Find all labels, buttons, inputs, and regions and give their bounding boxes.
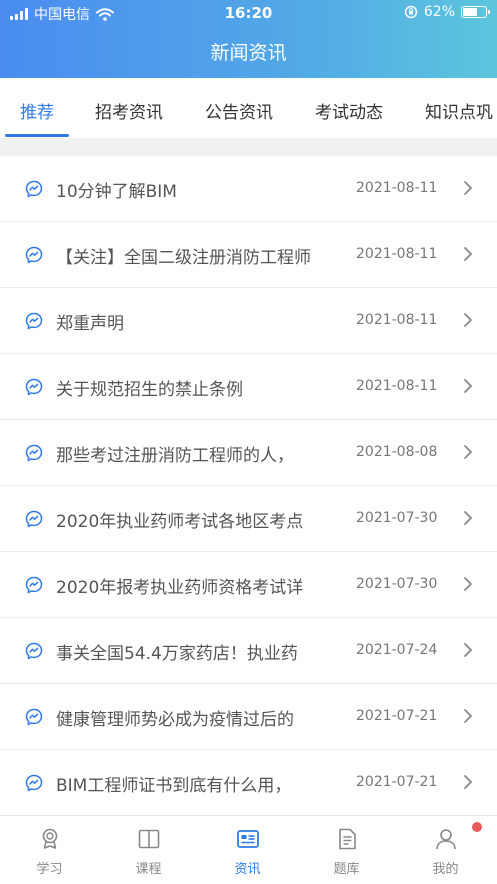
news-date: 2021-08-11	[356, 312, 438, 328]
news-item[interactable]: 郑重声明 2021-08-11	[0, 288, 497, 354]
news-item[interactable]: 2020年报考执业药师资格考试详 2021-07-30	[0, 552, 497, 618]
chevron-right-icon	[464, 313, 472, 327]
app-header: 中国电信 16:20 62% 新闻资讯	[0, 0, 497, 78]
news-item[interactable]: 10分钟了解BIM 2021-08-11	[0, 156, 497, 222]
notification-dot	[472, 822, 482, 832]
chat-bubble-icon	[25, 180, 43, 198]
news-date: 2021-07-21	[356, 708, 438, 724]
tabbar-label: 学习	[36, 862, 63, 877]
category-tabs: 推荐 招考资讯 公告资讯 考试动态 知识点巩	[0, 78, 497, 138]
chevron-right-icon	[464, 775, 472, 789]
chevron-right-icon	[464, 511, 472, 525]
news-title: 健康管理师势必成为疫情过后的	[56, 710, 294, 730]
news-item[interactable]: 关于规范招生的禁止条例 2021-08-11	[0, 354, 497, 420]
news-title: 【关注】全国二级注册消防工程师	[56, 248, 311, 268]
active-tab-indicator	[5, 134, 69, 137]
news-date: 2021-07-21	[356, 774, 438, 790]
news-title: 2020年执业药师考试各地区考点	[56, 512, 304, 532]
chat-bubble-icon	[25, 510, 43, 528]
tabbar-courses[interactable]: 课程	[99, 816, 198, 884]
news-title: 郑重声明	[56, 314, 124, 334]
tabbar-news[interactable]: 资讯	[198, 816, 297, 884]
chevron-right-icon	[464, 577, 472, 591]
tab-announcements[interactable]: 公告资讯	[205, 98, 273, 123]
battery-icon	[461, 6, 490, 18]
status-bar: 中国电信 16:20 62%	[0, 0, 497, 26]
chat-bubble-icon	[25, 774, 43, 792]
user-icon	[436, 829, 456, 850]
tabbar-label: 资讯	[234, 862, 261, 877]
tabbar-label: 课程	[135, 862, 162, 877]
news-title: 那些考过注册消防工程师的人，	[56, 446, 294, 466]
orientation-lock-icon	[404, 5, 418, 19]
news-date: 2021-08-11	[356, 246, 438, 262]
news-date: 2021-08-08	[356, 444, 438, 460]
news-icon	[237, 830, 259, 848]
book-icon	[138, 829, 160, 849]
tab-knowledge-review[interactable]: 知识点巩	[425, 98, 493, 123]
page-title: 新闻资讯	[210, 42, 287, 64]
bottom-tab-bar: 学习 课程 资讯 题库 我的	[0, 815, 497, 884]
chevron-right-icon	[464, 181, 472, 195]
news-date: 2021-08-11	[356, 180, 438, 196]
tabbar-question-bank[interactable]: 题库	[297, 816, 396, 884]
tabbar-label: 题库	[333, 862, 360, 877]
document-icon	[339, 828, 356, 850]
news-item[interactable]: 事关全国54.4万家药店！执业药 2021-07-24	[0, 618, 497, 684]
tab-exam-updates[interactable]: 考试动态	[315, 98, 383, 123]
chat-bubble-icon	[25, 246, 43, 264]
badge-icon	[42, 828, 58, 849]
chevron-right-icon	[464, 643, 472, 657]
chat-bubble-icon	[25, 642, 43, 660]
chat-bubble-icon	[25, 708, 43, 726]
news-title: BIM工程师证书到底有什么用，	[56, 776, 292, 796]
news-date: 2021-07-24	[356, 642, 438, 658]
news-title: 关于规范招生的禁止条例	[56, 380, 243, 400]
section-divider	[0, 138, 497, 156]
chat-bubble-icon	[25, 444, 43, 462]
chat-bubble-icon	[25, 378, 43, 396]
news-date: 2021-08-11	[356, 378, 438, 394]
tabbar-study[interactable]: 学习	[0, 816, 99, 884]
news-item[interactable]: 那些考过注册消防工程师的人， 2021-08-08	[0, 420, 497, 486]
news-item[interactable]: 【关注】全国二级注册消防工程师 2021-08-11	[0, 222, 497, 288]
tab-recommend[interactable]: 推荐	[20, 98, 54, 123]
chat-bubble-icon	[25, 312, 43, 330]
news-title: 事关全国54.4万家药店！执业药	[56, 644, 298, 664]
news-item[interactable]: BIM工程师证书到底有什么用， 2021-07-21	[0, 750, 497, 816]
news-item[interactable]: 健康管理师势必成为疫情过后的 2021-07-21	[0, 684, 497, 750]
news-list: 10分钟了解BIM 2021-08-11 【关注】全国二级注册消防工程师 202…	[0, 156, 497, 816]
news-title: 10分钟了解BIM	[56, 182, 177, 202]
tabbar-label: 我的	[432, 862, 459, 877]
chevron-right-icon	[464, 247, 472, 261]
chevron-right-icon	[464, 709, 472, 723]
news-item[interactable]: 2020年执业药师考试各地区考点 2021-07-30	[0, 486, 497, 552]
chat-bubble-icon	[25, 576, 43, 594]
chevron-right-icon	[464, 379, 472, 393]
tab-recruitment-news[interactable]: 招考资讯	[95, 98, 163, 123]
news-title: 2020年报考执业药师资格考试详	[56, 578, 304, 598]
news-date: 2021-07-30	[356, 510, 438, 526]
news-date: 2021-07-30	[356, 576, 438, 592]
chevron-right-icon	[464, 445, 472, 459]
battery-percent: 62%	[423, 4, 455, 20]
